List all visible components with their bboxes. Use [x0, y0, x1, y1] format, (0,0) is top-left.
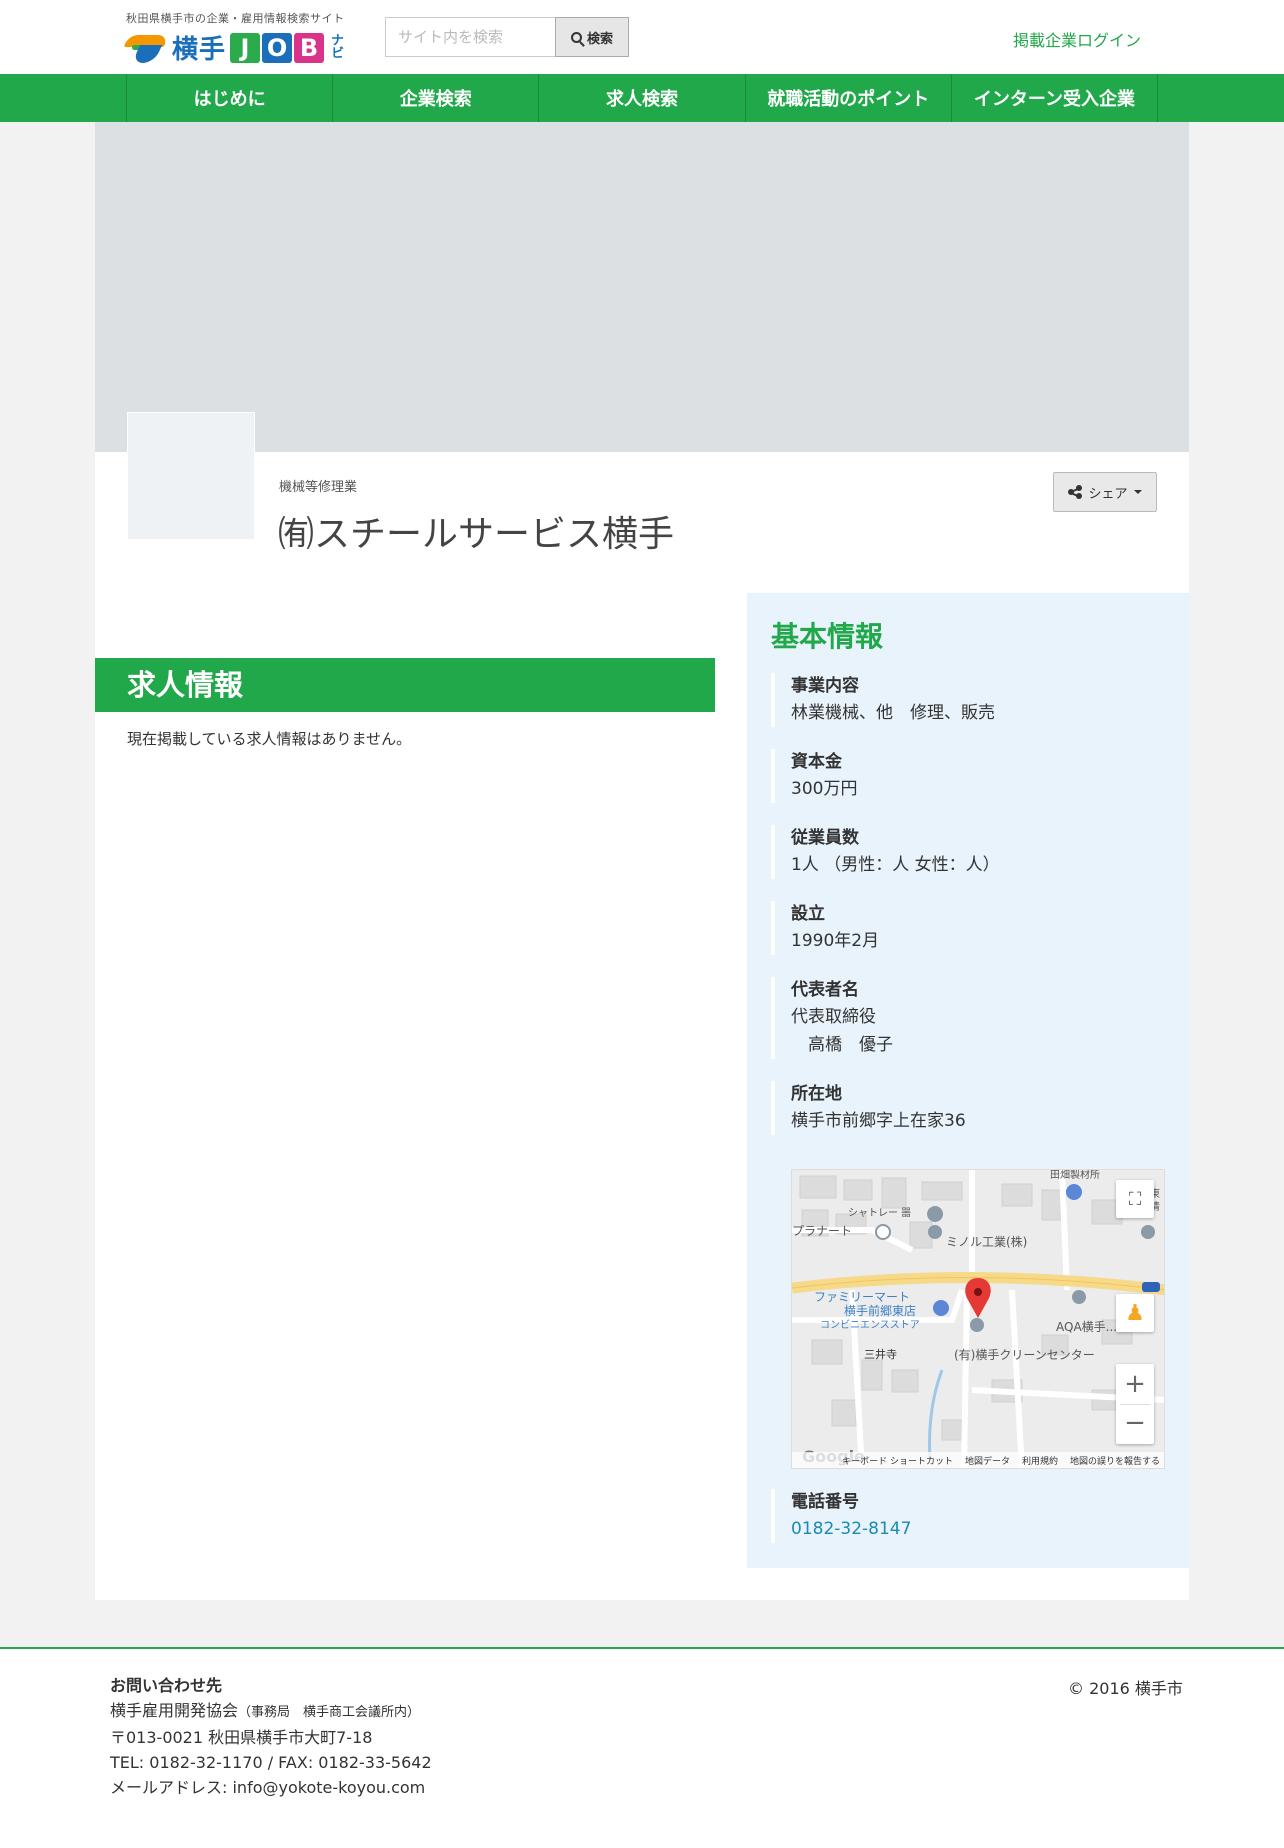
job-section-heading: 求人情報 [95, 658, 715, 712]
footer-org-note: （事務局 横手商工会議所内） [238, 1705, 421, 1720]
footer-org-line: 横手雇用開発協会（事務局 横手商工会議所内） [110, 1698, 432, 1725]
search-icon [570, 31, 582, 43]
site-search: 検索 [385, 17, 629, 57]
info-founded: 設立 1990年2月 [771, 901, 1167, 955]
info-address-value: 横手市前郷字上在家36 [791, 1111, 966, 1131]
info-business: 事業内容 林業機械、他 修理、販売 [771, 673, 1167, 727]
info-employees: 従業員数 1人 （男性：人 女性：人） [771, 825, 1167, 879]
info-employees-value: 1人 （男性：人 女性：人） [791, 855, 1000, 875]
footer-address: 〒013-0021 秋田県横手市大町7-18 [110, 1728, 373, 1747]
info-phone: 電話番号 0182-32-8147 [771, 1489, 1167, 1543]
info-employees-label: 従業員数 [791, 828, 859, 848]
street-view-pegman-icon[interactable]: ♟ [1116, 1294, 1154, 1332]
main-nav: はじめに 企業検索 求人検索 就職活動のポイント インターン受入企業 [0, 74, 1284, 122]
info-founded-label: 設立 [791, 904, 825, 924]
company-category: 機械等修理業 [279, 480, 358, 495]
info-business-label: 事業内容 [791, 676, 859, 696]
footer-tel-fax: TEL: 0182-32-1170 / FAX: 0182-33-5642 [110, 1753, 432, 1772]
map-label-familymart-type: コンビニエンスストア [820, 1320, 920, 1331]
logo-tagline: 秋田県横手市の企業・雇用情報検索サイト [126, 12, 345, 25]
logo-letter-o: O [262, 32, 293, 63]
map-label-planart: プラナート [792, 1224, 853, 1238]
map-report-error-link[interactable]: 地図の誤りを報告する [1070, 1454, 1160, 1467]
logo-row: 横手 J O B ナビ [123, 29, 356, 66]
search-input[interactable] [385, 17, 555, 57]
share-button-label: シェア [1088, 486, 1128, 502]
logo-name: 横手 [172, 35, 227, 65]
company-detail: 機械等修理業 ㈲スチールサービス横手 シェア 求人情報 現在掲載している求人情報… [95, 122, 1189, 1600]
logo-job: J O B [230, 32, 326, 63]
info-capital-label: 資本金 [791, 752, 842, 772]
caret-down-icon [1133, 490, 1142, 494]
info-capital: 資本金 300万円 [771, 749, 1167, 803]
map-terms-link[interactable]: 利用規約 [1022, 1454, 1058, 1467]
basic-info-heading: 基本情報 [771, 620, 884, 653]
zoom-out-button[interactable]: − [1120, 1404, 1150, 1444]
company-login-link[interactable]: 掲載企業ログイン [1013, 27, 1141, 51]
cover-image [95, 122, 1189, 452]
nav-item-job-search[interactable]: 求人検索 [539, 74, 746, 122]
info-address-label: 所在地 [791, 1084, 842, 1104]
info-representative: 代表者名 代表取締役 高橋 優子 [771, 977, 1167, 1059]
site-header: 秋田県横手市の企業・雇用情報検索サイト 横手 J O B ナビ 検索 掲載企業ロ… [0, 0, 1284, 74]
nav-item-intern-companies[interactable]: インターン受入企業 [952, 74, 1159, 122]
zoom-controls: + − [1116, 1364, 1154, 1444]
nav-item-intro[interactable]: はじめに [127, 74, 334, 122]
map-label-mitsui: 三井寺 [864, 1348, 897, 1361]
search-button[interactable]: 検索 [555, 17, 629, 57]
info-capital-value: 300万円 [791, 779, 858, 799]
info-phone-link[interactable]: 0182-32-8147 [791, 1515, 1167, 1543]
fullscreen-icon[interactable]: ⛶ [1116, 1180, 1154, 1218]
search-button-label: 検索 [586, 31, 613, 47]
location-map[interactable]: シャトレー 噐 プラナート ミノル工業(株) ファミリーマート 横手前郷東店 コ… [791, 1169, 1165, 1469]
job-empty-message: 現在掲載している求人情報はありません。 [127, 730, 412, 748]
company-logo-image [127, 412, 255, 540]
logo-navi: ナビ [328, 32, 344, 59]
info-representative-label: 代表者名 [791, 980, 859, 1000]
info-business-value: 林業機械、他 修理、販売 [791, 703, 995, 723]
share-button[interactable]: シェア [1053, 472, 1157, 512]
info-founded-value: 1990年2月 [791, 931, 880, 951]
footer-copyright: © 2016 横手市 [1068, 1679, 1183, 1698]
map-data-link[interactable]: 地図データ [965, 1454, 1010, 1467]
footer-contact-heading: お問い合わせ先 [110, 1676, 223, 1695]
info-representative-name: 高橋 優子 [791, 1035, 893, 1055]
nav-item-job-hunting-tips[interactable]: 就職活動のポイント [746, 74, 952, 122]
footer-contact: お問い合わせ先 横手雇用開発協会（事務局 横手商工会議所内） 〒013-0021… [110, 1673, 432, 1800]
main-nav-list: はじめに 企業検索 求人検索 就職活動のポイント インターン受入企業 [126, 74, 1159, 122]
map-label-aqa: AQA横手... [1056, 1320, 1118, 1334]
footer-email: メールアドレス: info@yokote-koyou.com [110, 1778, 426, 1797]
site-logo[interactable]: 秋田県横手市の企業・雇用情報検索サイト 横手 J O B ナビ [123, 10, 356, 66]
logo-mark-icon [123, 31, 170, 65]
map-label-shatore: シャトレー 噐 [848, 1208, 912, 1219]
info-representative-title: 代表取締役 [791, 1007, 876, 1027]
site-footer: お問い合わせ先 横手雇用開発協会（事務局 横手商工会議所内） 〒013-0021… [0, 1647, 1284, 1848]
map-label-cleancenter: (有)横手クリーンセンター [954, 1348, 1095, 1362]
map-label-minoru: ミノル工業(株) [946, 1235, 1028, 1249]
basic-info-panel: 基本情報 事業内容 林業機械、他 修理、販売 資本金 300万円 従業員数 1人… [747, 593, 1189, 1568]
footer-org: 横手雇用開発協会 [110, 1701, 239, 1720]
map-keyboard-shortcuts-link[interactable]: キーボード ショートカット [842, 1454, 953, 1467]
logo-letter-b: B [294, 32, 325, 63]
map-label-top-center: 田畑製材所 [1050, 1170, 1100, 1181]
share-icon [1068, 485, 1083, 499]
company-name: ㈲スチールサービス横手 [278, 514, 675, 555]
logo-letter-j: J [230, 32, 261, 63]
info-address: 所在地 横手市前郷字上在家36 [771, 1081, 1167, 1135]
info-phone-label: 電話番号 [791, 1492, 859, 1512]
map-footer: キーボード ショートカット 地図データ 利用規約 地図の誤りを報告する [792, 1452, 1164, 1468]
zoom-in-button[interactable]: + [1124, 1364, 1146, 1404]
nav-item-company-search[interactable]: 企業検索 [333, 74, 540, 122]
